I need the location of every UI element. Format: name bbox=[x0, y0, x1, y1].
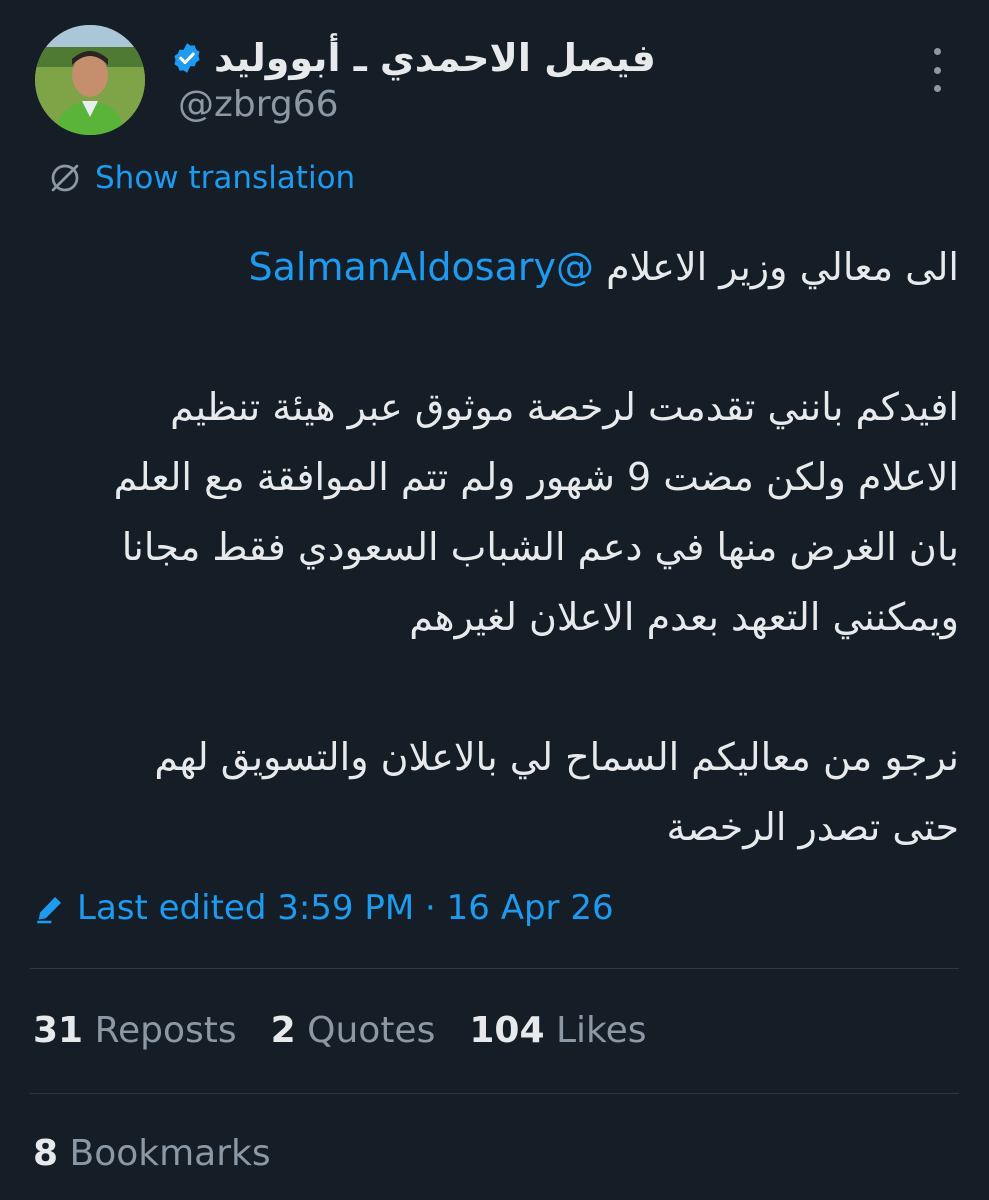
tweet-line: نرجو من معاليكم السماح لي بالاعلان والتس… bbox=[154, 735, 959, 779]
likes-count: 104 bbox=[469, 1010, 545, 1051]
more-options-button[interactable] bbox=[917, 48, 957, 92]
tweet-line: بان الغرض منها في دعم الشباب السعودي فقط… bbox=[121, 525, 959, 569]
show-translation-label: Show translation bbox=[95, 160, 356, 196]
reposts-label: Reposts bbox=[94, 1010, 237, 1051]
divider bbox=[30, 968, 959, 969]
more-dot-icon bbox=[933, 48, 941, 55]
show-translation-button[interactable]: Show translation bbox=[47, 160, 355, 196]
avatar-image bbox=[35, 25, 145, 135]
quotes-label: Quotes bbox=[307, 1010, 436, 1051]
last-edited-label: Last edited 3:59 PM · 16 Apr 26 bbox=[77, 888, 614, 928]
tweet-line: حتى تصدر الرخصة bbox=[666, 805, 959, 849]
engagement-stats: 31 Reposts 2 Quotes 104 Likes bbox=[33, 1010, 646, 1051]
verified-badge-icon bbox=[170, 41, 204, 75]
tweet-line: الاعلام ولكن مضت 9 شهور ولم تتم الموافقة… bbox=[113, 455, 959, 499]
avatar[interactable] bbox=[35, 25, 145, 135]
reposts-stat[interactable]: 31 Reposts bbox=[33, 1010, 237, 1051]
divider bbox=[30, 1093, 959, 1094]
tweet-line-text: الى معالي وزير الاعلام bbox=[594, 245, 959, 289]
tweet-line: افيدكم بانني تقدمت لرخصة موثوق عبر هيئة … bbox=[170, 385, 959, 429]
likes-label: Likes bbox=[555, 1010, 647, 1051]
author-name-row: فيصل الاحمدي ـ أبووليد bbox=[170, 28, 656, 88]
tweet-text: الى معالي وزير الاعلام @SalmanAldosary ا… bbox=[30, 232, 959, 862]
bookmarks-stat[interactable]: 8 Bookmarks bbox=[33, 1133, 271, 1174]
author-display-name[interactable]: فيصل الاحمدي ـ أبووليد bbox=[214, 36, 656, 80]
tweet-line: ويمكنني التعهد بعدم الاعلان لغيرهم bbox=[409, 595, 959, 639]
mention-link[interactable]: @SalmanAldosary bbox=[249, 245, 594, 289]
reposts-count: 31 bbox=[33, 1010, 84, 1051]
quotes-stat[interactable]: 2 Quotes bbox=[271, 1010, 436, 1051]
tweet-line: الى معالي وزير الاعلام @SalmanAldosary bbox=[30, 232, 959, 302]
more-dot-icon bbox=[933, 66, 941, 74]
bookmarks-count: 8 bbox=[33, 1133, 59, 1174]
likes-stat[interactable]: 104 Likes bbox=[469, 1010, 646, 1051]
quotes-count: 2 bbox=[270, 1010, 296, 1051]
bookmarks-label: Bookmarks bbox=[69, 1133, 271, 1174]
pencil-icon bbox=[33, 891, 67, 925]
last-edited-link[interactable]: Last edited 3:59 PM · 16 Apr 26 bbox=[33, 888, 614, 928]
globe-off-icon bbox=[47, 160, 83, 196]
more-dot-icon bbox=[933, 85, 941, 92]
author-handle[interactable]: @zbrg66 bbox=[178, 84, 339, 125]
